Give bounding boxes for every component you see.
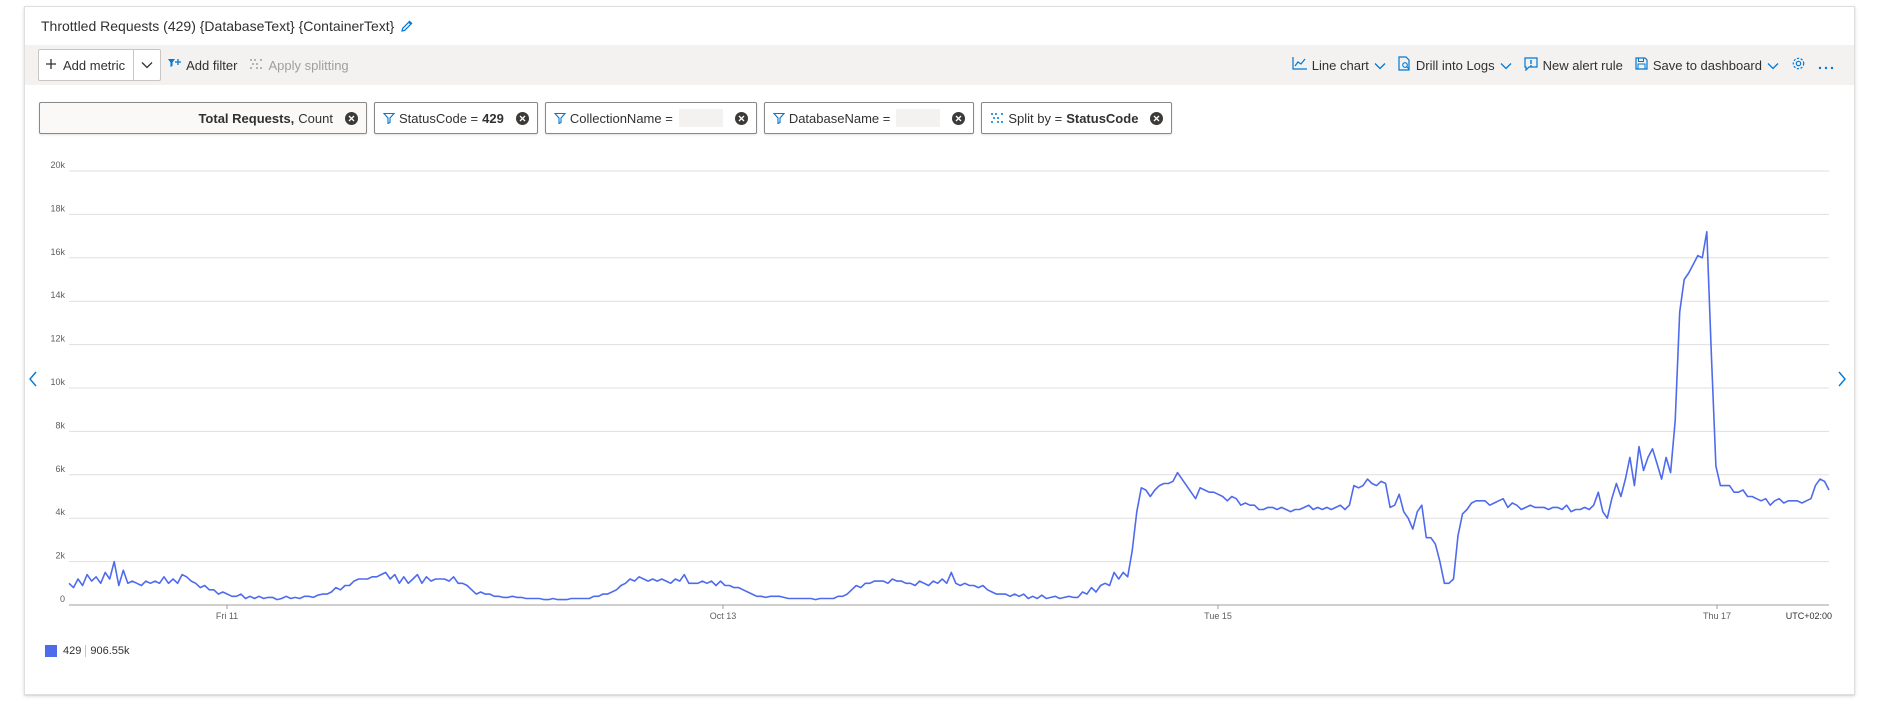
chevron-down-icon <box>1374 58 1386 73</box>
y-tick-label: 8k <box>55 420 65 430</box>
remove-filter-close-icon[interactable] <box>952 111 966 125</box>
add-metric-label: Add metric <box>63 57 126 73</box>
filter-statuscode-label: StatusCode = <box>399 110 479 126</box>
metric-aggregation: Count <box>298 110 333 126</box>
metric-name: Total Requests, <box>198 110 295 126</box>
logs-document-icon <box>1398 56 1411 74</box>
remove-split-close-icon[interactable] <box>1150 111 1164 125</box>
chevron-down-icon <box>1500 58 1512 73</box>
add-metric-button[interactable]: Add metric <box>39 50 135 80</box>
split-pill[interactable]: Split by = StatusCode <box>981 102 1173 134</box>
y-tick-label: 2k <box>55 551 65 561</box>
apply-splitting-button[interactable]: Apply splitting <box>243 50 354 80</box>
edit-title-pencil-icon[interactable] <box>400 19 414 33</box>
series-layer <box>68 231 1830 601</box>
more-options-button[interactable] <box>1812 50 1840 80</box>
drill-into-logs-label: Drill into Logs <box>1415 57 1495 73</box>
filter-collectionname-value <box>678 109 723 127</box>
y-tick-label: 18k <box>50 203 65 213</box>
pan-right-chevron-icon[interactable] <box>1834 367 1850 391</box>
series-line-429 <box>68 231 1830 601</box>
line-chart: 0 2k 4k 6k 8k 10k 12k 14k 16k 18k 20k Fri 11 Oct 13… <box>50 160 1832 621</box>
chart-settings-button[interactable] <box>1785 50 1812 80</box>
y-tick-label: 20k <box>50 160 65 170</box>
chart-title[interactable]: Throttled Requests (429) {DatabaseText} … <box>41 18 394 34</box>
splitting-icon <box>249 58 263 73</box>
add-filter-button[interactable]: Add filter <box>161 50 243 80</box>
chart-toolbar: Add metric Add filter Apply splitting Li… <box>25 45 1854 85</box>
save-to-dashboard-label: Save to dashboard <box>1652 57 1762 73</box>
remove-filter-close-icon[interactable] <box>734 111 748 125</box>
chevron-down-icon <box>1767 58 1779 73</box>
y-tick-label: 14k <box>50 290 65 300</box>
x-tick-label: Tue 15 <box>1204 611 1232 621</box>
split-value: StatusCode <box>1066 110 1139 126</box>
chart-title-row: Throttled Requests (429) {DatabaseText} … <box>25 7 1854 45</box>
y-tick-label: 4k <box>55 507 65 517</box>
filter-databasename-label: DatabaseName = <box>788 110 891 126</box>
pan-left-chevron-icon[interactable] <box>25 367 41 391</box>
gear-icon <box>1791 56 1806 74</box>
ellipsis-icon <box>1818 58 1834 73</box>
filter-statuscode-value: 429 <box>482 110 504 126</box>
save-icon <box>1635 57 1648 73</box>
new-alert-rule-button[interactable]: New alert rule <box>1518 50 1629 80</box>
x-tick-label: Thu 17 <box>1703 611 1731 621</box>
y-axis-ticks: 0 2k 4k 6k 8k 10k 12k 14k 16k 18k 20k <box>50 160 65 604</box>
x-tick-label: Fri 11 <box>216 611 238 621</box>
legend-series-name: 429 <box>63 645 82 657</box>
y-tick-label: 6k <box>55 464 65 474</box>
filter-collectionname-label: CollectionName = <box>569 110 673 126</box>
legend-divider <box>85 645 87 657</box>
y-tick-label: 0 <box>60 594 65 604</box>
add-filter-label: Add filter <box>186 57 238 73</box>
y-tick-label: 10k <box>50 377 65 387</box>
filter-icon <box>772 112 785 124</box>
line-chart-icon <box>1292 57 1307 73</box>
splitting-icon <box>990 112 1004 124</box>
x-tick-label: Oct 13 <box>710 611 737 621</box>
timezone-label: UTC+02:00 <box>1786 611 1832 621</box>
filter-pill-collectionname[interactable]: CollectionName = <box>544 102 757 134</box>
remove-filter-close-icon[interactable] <box>515 111 529 125</box>
filter-pill-databasename[interactable]: DatabaseName = <box>763 102 975 134</box>
metric-pill-bar: Total Requests, Count StatusCode = 429 C… <box>39 102 1179 134</box>
alert-icon <box>1524 56 1538 74</box>
chart-legend[interactable]: 429 906.55k <box>45 645 130 657</box>
new-alert-rule-label: New alert rule <box>1542 57 1623 73</box>
add-metric-dropdown-chevron-icon[interactable] <box>134 50 160 80</box>
metric-pill[interactable]: Total Requests, Count <box>39 102 367 134</box>
filter-databasename-value <box>896 109 941 127</box>
y-tick-label: 12k <box>50 334 65 344</box>
filter-icon <box>553 112 566 124</box>
save-to-dashboard-dropdown[interactable]: Save to dashboard <box>1629 50 1785 80</box>
drill-into-logs-dropdown[interactable]: Drill into Logs <box>1392 50 1518 80</box>
filter-pill-statuscode[interactable]: StatusCode = 429 <box>374 102 538 134</box>
legend-swatch <box>45 645 57 657</box>
legend-series-total: 906.55k <box>90 645 130 657</box>
line-chart-dropdown[interactable]: Line chart <box>1286 50 1392 80</box>
add-metric-split-button: Add metric <box>38 49 162 81</box>
remove-metric-close-icon[interactable] <box>345 111 358 125</box>
chart-grid <box>69 170 1829 606</box>
add-filter-icon <box>167 58 182 73</box>
split-label: Split by = <box>1008 110 1063 126</box>
apply-splitting-label: Apply splitting <box>268 57 349 73</box>
x-axis-ticks: Fri 11 Oct 13 Tue 15 Thu 17 UTC+02:00 <box>216 605 1832 621</box>
filter-icon <box>383 112 395 124</box>
y-tick-label: 16k <box>50 247 65 257</box>
line-chart-label: Line chart <box>1311 57 1369 73</box>
plus-icon <box>45 58 57 73</box>
metrics-chart-card: Throttled Requests (429) {DatabaseText} … <box>24 6 1855 695</box>
